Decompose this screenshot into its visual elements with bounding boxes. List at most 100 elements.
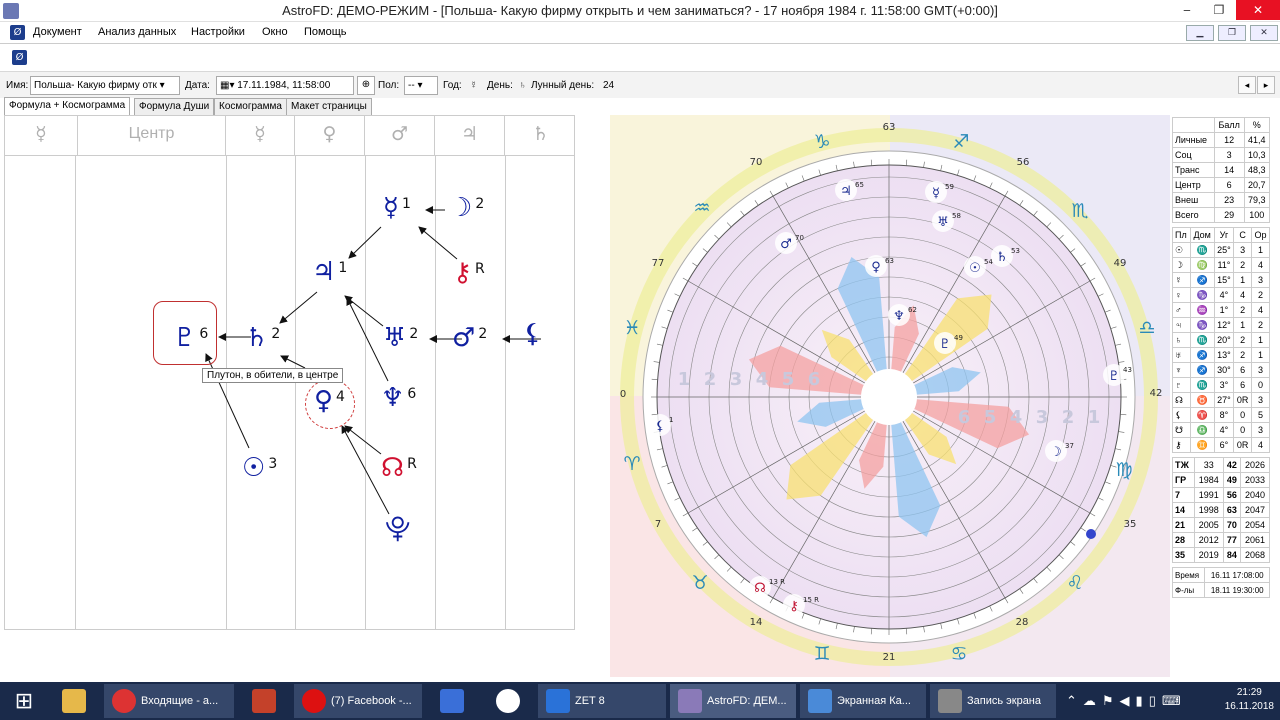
- node-node[interactable]: ☊ R: [381, 449, 417, 483]
- ring-number: 4: [756, 369, 769, 390]
- maximize-button[interactable]: ❐: [1204, 0, 1234, 20]
- mdi-close-button[interactable]: ✕: [1250, 25, 1278, 41]
- position-cell: 1°: [1213, 302, 1235, 318]
- clock[interactable]: 21:29 16.11.2018: [1225, 686, 1274, 714]
- toolbar-doc-icon[interactable]: Ø: [12, 50, 27, 65]
- position-cell: ♏: [1189, 377, 1215, 393]
- chart-planet-icon: ♄: [996, 250, 1008, 265]
- venus-node[interactable]: ♀ 4: [314, 382, 345, 416]
- mars-node[interactable]: ♂ 2: [452, 319, 487, 353]
- score-cell: 41,4: [1243, 132, 1271, 148]
- cycle-cell: 35: [1172, 547, 1195, 563]
- tab-soul-formula[interactable]: Формула Души: [134, 98, 215, 115]
- chiron-icon: ⚷: [453, 258, 473, 288]
- powerpoint-icon[interactable]: [238, 684, 290, 718]
- saturn-score: 2: [271, 326, 281, 342]
- uranus-node[interactable]: ♅ 2: [383, 319, 418, 353]
- position-cell: Ор: [1250, 227, 1271, 243]
- mdi-minimize-button[interactable]: ▁: [1186, 25, 1214, 41]
- score-cell: Внеш: [1172, 192, 1215, 208]
- date-field[interactable]: ▦▾ 17.11.1984, 11:58:00: [216, 76, 354, 95]
- menu-help[interactable]: Помощь: [304, 26, 347, 38]
- position-row: ♆ ♐ 30° 6 3: [1172, 362, 1271, 378]
- cycle-cell: 1991: [1193, 487, 1224, 503]
- taskbar-opera-label: (7) Facebook -...: [331, 695, 412, 707]
- position-cell: 6°: [1213, 437, 1235, 453]
- score-row: Соц 3 10,3: [1172, 147, 1271, 163]
- position-cell: ♒: [1189, 302, 1215, 318]
- tab-formula-cosmogram[interactable]: Формула + Космограмма: [4, 97, 131, 115]
- positions-table: Пл Дом Уг С Ор ☉ ♏ 25° 3 1 ☽ ♍ 11° 2 4 ☿ ♐ 15° 1 3 ♀ ♑ 4° 4 2 ♂ ♒ 1…: [1172, 227, 1271, 453]
- snipping-icon[interactable]: [426, 684, 478, 718]
- pluto-node[interactable]: ♇ 6: [173, 319, 208, 353]
- taskbar-screen-record[interactable]: Запись экрана: [930, 684, 1056, 718]
- start-button[interactable]: ⊞: [0, 684, 48, 718]
- position-cell: ♑: [1189, 287, 1215, 303]
- moon-node[interactable]: ☽ 2: [449, 189, 484, 223]
- jupiter-node[interactable]: ♃ 1: [312, 253, 347, 287]
- date-value: 17.11.1984, 11:58:00: [237, 80, 331, 91]
- time-row: Ф-лы 18.11 19:30:00: [1171, 582, 1270, 598]
- name-label: Имя:: [6, 80, 29, 91]
- name-select[interactable]: Польша- Какую фирму отк ▾: [30, 76, 180, 95]
- sex-select[interactable]: -- ▾: [404, 76, 438, 95]
- yandex-icon[interactable]: [482, 684, 534, 718]
- sex-label: Пол:: [378, 80, 400, 91]
- score-row: Транс 14 48,3: [1172, 162, 1271, 178]
- tab-strip: Формула + Космограмма Формула Души Космо…: [0, 97, 600, 115]
- chiron-node[interactable]: ⚷ R: [453, 254, 485, 288]
- taskbar-zet[interactable]: ZET 8: [538, 684, 666, 718]
- neptune-node[interactable]: ♆ 6: [381, 379, 416, 413]
- cycle-row: ТЖ 33 42 2026: [1172, 457, 1270, 473]
- position-cell: 30°: [1213, 362, 1235, 378]
- degree-label: 70: [750, 157, 763, 168]
- explorer-icon[interactable]: [48, 684, 100, 718]
- mercury-node[interactable]: ☿ 1: [383, 189, 411, 223]
- lilith-icon: ⚸: [523, 319, 543, 349]
- time-cell: 16.11 17:08:00: [1204, 567, 1270, 583]
- taskbar-zet-label: ZET 8: [575, 695, 605, 707]
- time-cell: Ф-лы: [1171, 582, 1206, 598]
- taskbar-opera[interactable]: (7) Facebook -...: [294, 684, 422, 718]
- jupiter-icon: ♃: [312, 257, 336, 287]
- menu-window[interactable]: Окно: [262, 26, 288, 38]
- cycle-row: ГР 1984 49 2033: [1172, 472, 1270, 488]
- ring-number: 6: [808, 369, 821, 390]
- position-cell: 8°: [1213, 407, 1235, 423]
- clock-date: 16.11.2018: [1224, 701, 1274, 712]
- system-tray-icons[interactable]: ⌃☁⚑◀▮▯⌨: [1066, 684, 1186, 718]
- taskbar-astrofd[interactable]: AstroFD: ДЕМ...: [670, 684, 796, 718]
- minimize-button[interactable]: ‒: [1172, 0, 1202, 20]
- proserpina-node[interactable]: ⯓: [385, 514, 410, 544]
- saturn-node[interactable]: ♄ 2: [245, 319, 280, 353]
- uranus-score: 2: [409, 326, 419, 342]
- position-cell: ♐: [1189, 362, 1215, 378]
- ring-number: 2: [1062, 407, 1075, 428]
- next-arrow-icon[interactable]: ▸: [1257, 76, 1275, 94]
- position-row: ☉ ♏ 25° 3 1: [1172, 242, 1271, 258]
- position-cell: ♆: [1172, 362, 1191, 378]
- close-button[interactable]: ✕: [1236, 0, 1280, 20]
- prev-arrow-icon[interactable]: ◂: [1238, 76, 1256, 94]
- ring-number: 4: [1010, 407, 1023, 428]
- cycles-table: ТЖ 33 42 2026 ГР 1984 49 2033 7 1991 56 2040 14 1998 6…: [1172, 457, 1270, 563]
- globe-icon[interactable]: ⊕: [357, 76, 375, 95]
- menu-data-analysis[interactable]: Анализ данных: [98, 26, 176, 38]
- ring-number: 5: [984, 407, 997, 428]
- position-cell: 11°: [1213, 257, 1235, 273]
- sun-node[interactable]: ☉ 3: [242, 449, 277, 483]
- tab-cosmogram[interactable]: Космограмма: [214, 98, 287, 115]
- taskbar-screen-camera[interactable]: Экранная Ка...: [800, 684, 926, 718]
- cycle-cell: 56: [1222, 487, 1242, 503]
- score-cell: Соц: [1172, 147, 1215, 163]
- marker-dot[interactable]: [1086, 529, 1096, 539]
- menu-document[interactable]: Документ: [33, 26, 82, 38]
- chart-planet-icon: ♆: [893, 309, 905, 324]
- moon-icon: ☽: [449, 193, 473, 223]
- menu-settings[interactable]: Настройки: [191, 26, 245, 38]
- tab-page-layout[interactable]: Макет страницы: [286, 98, 372, 115]
- pluto-score: 6: [199, 326, 209, 342]
- taskbar-chrome[interactable]: Входящие - а...: [104, 684, 234, 718]
- lilith-node[interactable]: ⚸: [523, 319, 542, 349]
- mdi-restore-button[interactable]: ❐: [1218, 25, 1246, 41]
